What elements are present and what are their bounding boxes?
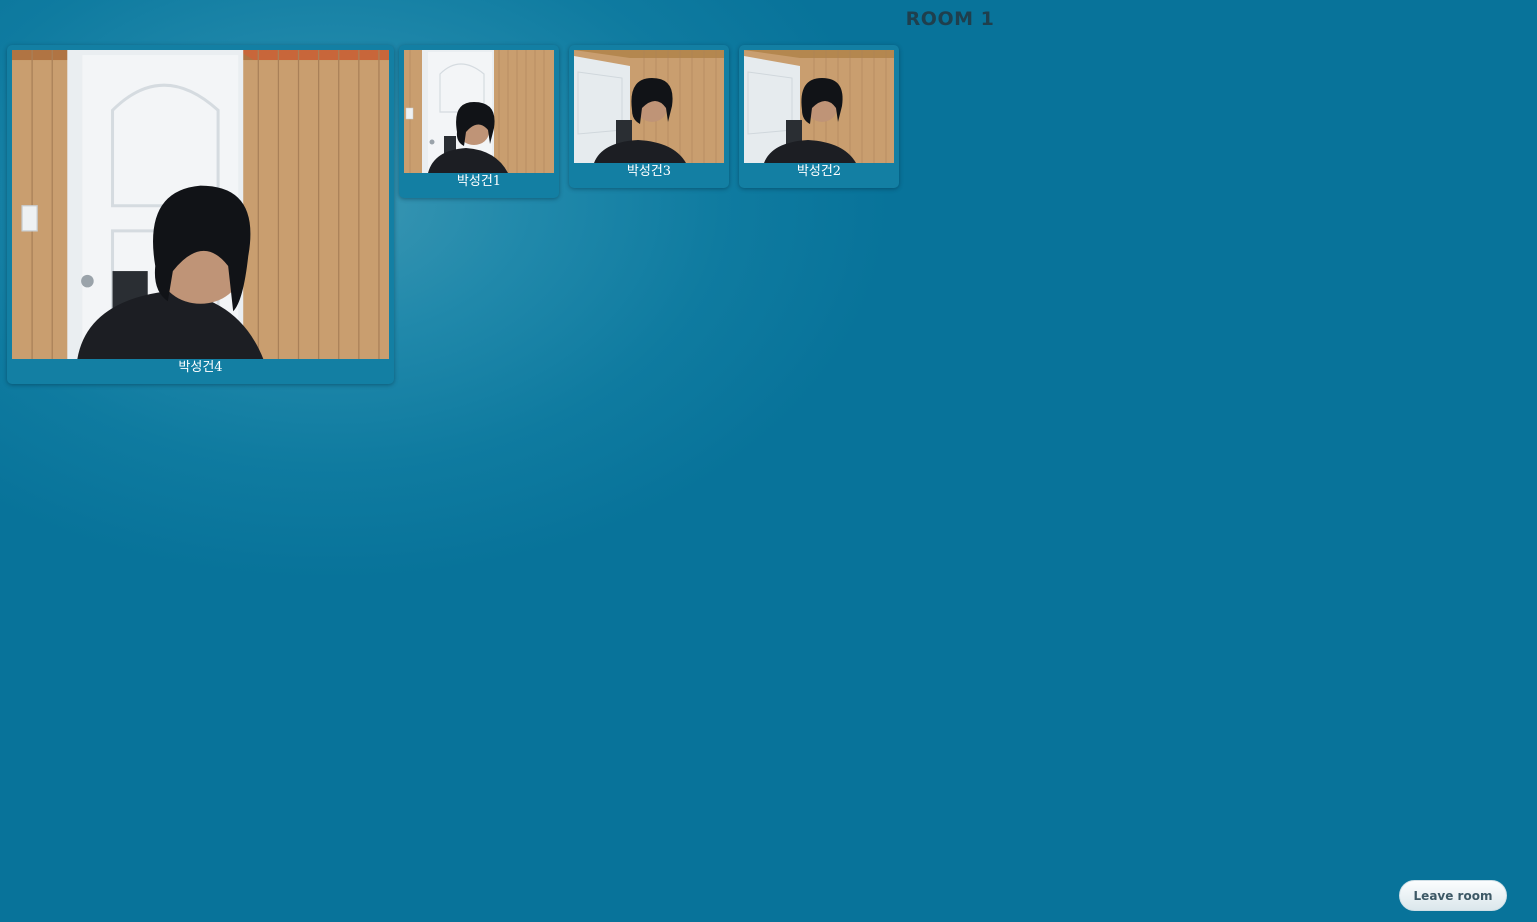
participant-tile[interactable]: 박성건2 (739, 45, 899, 188)
participant-name: 박성건1 (456, 174, 502, 189)
video-feed (744, 50, 894, 163)
participant-name: 박성건2 (796, 164, 842, 179)
leave-room-button[interactable]: Leave room (1399, 880, 1507, 911)
room-title: ROOM 1 (905, 8, 995, 30)
participant-tile[interactable]: 박성건3 (569, 45, 729, 188)
participant-tile[interactable]: 박성건1 (399, 45, 559, 198)
participant-tile[interactable]: 박성건4 (7, 45, 394, 384)
participant-name: 박성건3 (626, 164, 672, 179)
video-feed (12, 50, 389, 359)
video-feed (404, 50, 554, 173)
video-feed (574, 50, 724, 163)
participant-name: 박성건4 (178, 360, 223, 375)
